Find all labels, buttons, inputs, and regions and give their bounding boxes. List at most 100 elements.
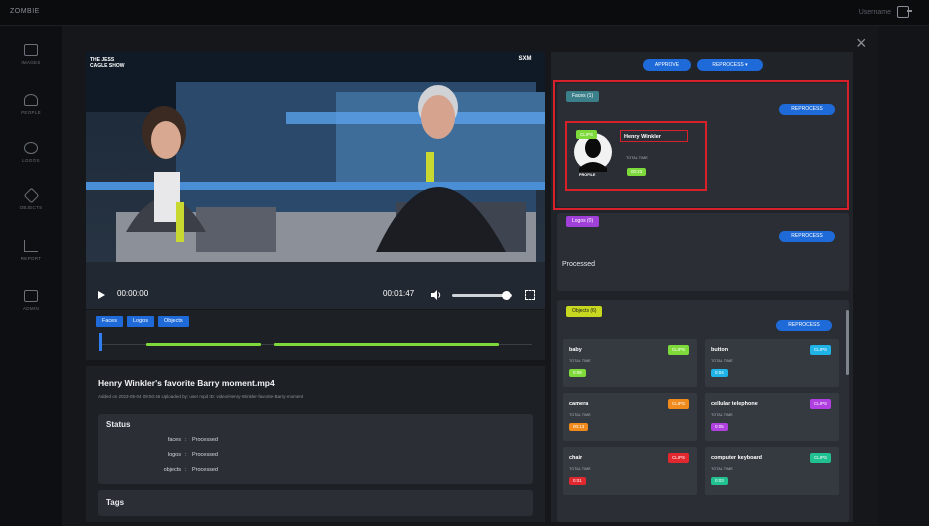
object-name: chair (569, 455, 583, 461)
object-item[interactable]: button CLIPS TOTAL TIME 0:04 (705, 339, 839, 387)
objects-icon (23, 187, 39, 204)
logos-processed-text: Processed (562, 261, 596, 268)
object-item[interactable]: computer keyboard CLIPS TOTAL TIME 0:03 (705, 447, 839, 495)
sidebar-item-objects[interactable]: OBJECTS (0, 186, 62, 226)
video-frame (86, 52, 545, 309)
status-section: Status faces : Processed logos : Process… (98, 414, 533, 484)
sidebar-item-label: ADMIN (23, 306, 39, 311)
object-total-time: 0:04 (711, 369, 728, 377)
sidebar-item-images[interactable]: IMAGES (0, 40, 62, 80)
file-meta: Added on 2023-05-04 09:50:46 Uploaded by… (98, 394, 304, 399)
object-total-label: TOTAL TIME (569, 359, 591, 363)
status-key: logos (167, 452, 181, 458)
logos-pill[interactable]: Logos (0) (566, 216, 600, 227)
status-value: Processed (192, 437, 218, 443)
object-item[interactable]: camera CLIPS TOTAL TIME 00:13 (563, 393, 697, 441)
tags-title: Tags (106, 498, 125, 507)
tab-faces[interactable]: Faces (96, 316, 123, 327)
object-total-time: 0:05 (711, 423, 728, 431)
object-total-label: TOTAL TIME (711, 467, 733, 471)
reprocess-objects-button[interactable]: REPROCESS (776, 320, 832, 331)
detection-timeline: Faces Logos Objects (86, 310, 545, 360)
approve-button[interactable]: APPROVE (643, 59, 691, 71)
tags-section: Tags (98, 490, 533, 516)
top-bar: ZOMBIE Username (0, 0, 929, 26)
timeline-tabs: Faces Logos Objects (96, 316, 189, 327)
object-total-time: 0:03 (711, 477, 728, 485)
sidebar-item-admin[interactable]: ADMIN (0, 286, 62, 326)
object-total-label: TOTAL TIME (711, 413, 733, 417)
sidebar-item-label: REPORT (20, 256, 42, 261)
logo-icon (24, 142, 38, 154)
file-info-panel: Henry Winkler's favorite Barry moment.mp… (86, 366, 545, 522)
object-total-time: 0:08 (569, 369, 586, 377)
background-content (878, 26, 929, 526)
object-clips-badge[interactable]: CLIPS (667, 345, 689, 355)
duration: 00:01:47 (383, 289, 415, 298)
username: Username (858, 8, 891, 16)
tab-logos[interactable]: Logos (126, 316, 154, 327)
close-icon[interactable]: × (856, 34, 867, 52)
sidebar: IMAGES PEOPLE LOGOS OBJECTS REPORT ADMIN (0, 26, 62, 526)
objects-scrollbar[interactable] (846, 310, 849, 375)
object-total-time: 0:01 (569, 477, 586, 485)
reprocess-label: REPROCESS (712, 62, 744, 68)
object-name: computer keyboard (711, 455, 763, 461)
tab-objects[interactable]: Objects (157, 316, 189, 327)
sidebar-item-label: OBJECTS (19, 205, 43, 210)
object-clips-badge[interactable]: CLIPS (809, 399, 831, 409)
current-time: 00:00:00 (117, 289, 149, 298)
fullscreen-icon[interactable] (525, 290, 535, 300)
sidebar-item-people[interactable]: PEOPLE (0, 90, 62, 130)
timeline-segment[interactable] (146, 343, 261, 346)
object-clips-badge[interactable]: CLIPS (667, 399, 689, 409)
timeline-playhead[interactable] (99, 333, 102, 351)
network-logo: SXM (518, 56, 532, 62)
volume-icon[interactable] (431, 290, 441, 300)
object-name: cellular telephone (711, 401, 758, 407)
reprocess-logos-button[interactable]: REPROCESS (779, 231, 835, 242)
file-title: Henry Winkler's favorite Barry moment.mp… (98, 378, 275, 388)
logos-card (557, 213, 849, 291)
object-item[interactable]: chair CLIPS TOTAL TIME 0:01 (563, 447, 697, 495)
sidebar-item-label: LOGOS (22, 158, 40, 163)
status-key: objects (163, 467, 181, 473)
show-logo: THE JESS CAGLE SHOW (90, 57, 125, 69)
image-icon (24, 44, 38, 56)
timeline-segment[interactable] (274, 343, 499, 346)
objects-pill[interactable]: Objects (6) (566, 306, 603, 317)
play-icon[interactable] (98, 291, 105, 299)
reprocess-dropdown-button[interactable]: REPROCESS ▾ (697, 59, 763, 71)
object-clips-badge[interactable]: CLIPS (809, 453, 831, 463)
volume-knob[interactable] (502, 291, 511, 300)
object-name: camera (569, 401, 589, 407)
object-total-label: TOTAL TIME (569, 413, 591, 417)
status-value: Processed (192, 452, 218, 458)
report-icon (24, 240, 38, 252)
video-controls: 00:00:00 00:01:47 (86, 282, 545, 309)
object-name: baby (569, 347, 582, 353)
sidebar-item-logos[interactable]: LOGOS (0, 138, 62, 178)
logout-icon[interactable] (897, 6, 912, 18)
status-key: faces (167, 437, 181, 443)
admin-icon (24, 290, 38, 302)
object-clips-badge[interactable]: CLIPS (809, 345, 831, 355)
sidebar-item-report[interactable]: REPORT (0, 236, 62, 276)
object-item[interactable]: baby CLIPS TOTAL TIME 0:08 (563, 339, 697, 387)
video-player[interactable] (86, 52, 545, 309)
object-item[interactable]: cellular telephone CLIPS TOTAL TIME 0:05 (705, 393, 839, 441)
app-brand: ZOMBIE (10, 8, 40, 15)
sidebar-item-label: PEOPLE (21, 110, 41, 115)
object-total-time: 00:13 (569, 423, 589, 431)
volume-slider[interactable] (452, 291, 512, 300)
status-title: Status (106, 420, 131, 429)
status-value: Processed (192, 467, 218, 473)
sidebar-item-label: IMAGES (21, 60, 41, 65)
highlight-face-name (620, 130, 688, 142)
object-clips-badge[interactable]: CLIPS (667, 453, 689, 463)
people-icon (24, 94, 38, 106)
object-total-label: TOTAL TIME (711, 359, 733, 363)
user-menu[interactable]: Username (858, 6, 912, 18)
object-name: button (711, 347, 729, 353)
object-total-label: TOTAL TIME (569, 467, 591, 471)
